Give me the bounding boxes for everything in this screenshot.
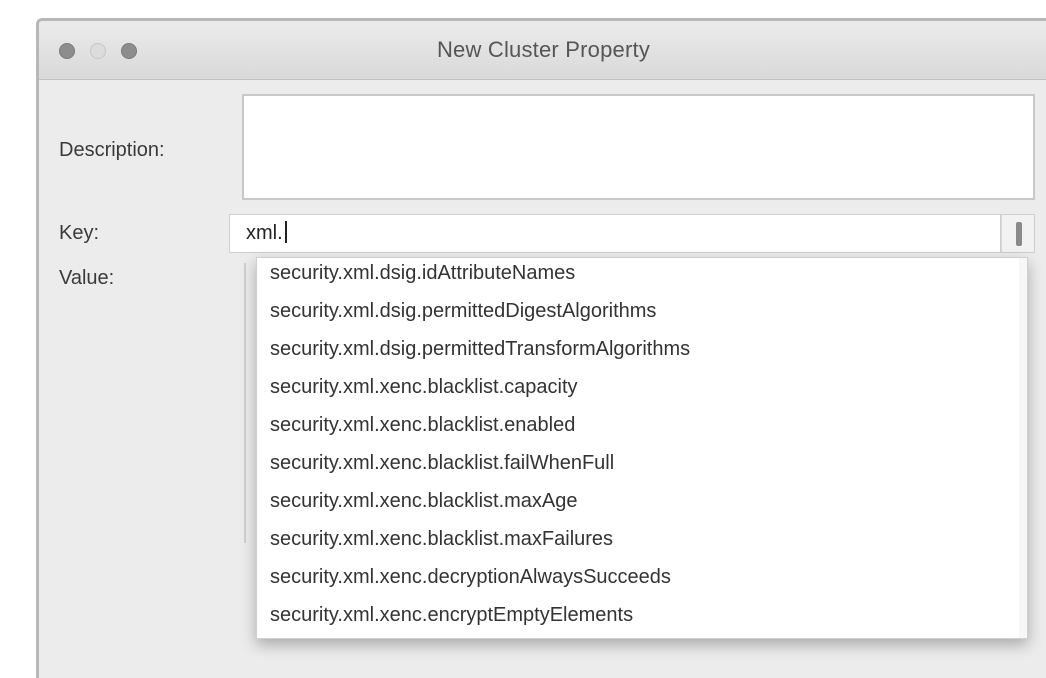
autocomplete-item[interactable]: security.xml.xenc.decryptionAlwaysSuccee… [270, 566, 671, 589]
autocomplete-item[interactable]: security.xml.xenc.blacklist.maxAge [270, 490, 578, 513]
value-label: Value: [59, 267, 115, 289]
dialog-window: New Cluster Property Description: Key: x… [36, 18, 1046, 678]
value-field-edge[interactable] [244, 263, 246, 543]
autocomplete-item[interactable]: security.xml.dsig.permittedDigestAlgorit… [270, 300, 656, 323]
key-dropdown-button[interactable] [1001, 214, 1035, 253]
dropdown-grip-icon [1016, 222, 1022, 246]
window-title: New Cluster Property [436, 37, 651, 62]
autocomplete-item[interactable]: security.xml.xenc.blacklist.failWhenFull [270, 452, 614, 475]
autocomplete-list[interactable]: security.xml.dsig.idAttributeNames secur… [256, 257, 1028, 639]
key-input-text: xml. [246, 222, 283, 244]
autocomplete-item[interactable]: security.xml.dsig.permittedTransformAlgo… [270, 338, 690, 361]
autocomplete-scrollbar[interactable] [1019, 258, 1027, 638]
autocomplete-item[interactable]: security.xml.xenc.blacklist.enabled [270, 414, 575, 437]
description-label: Description: [59, 139, 165, 161]
autocomplete-item[interactable]: security.xml.xenc.encryptEmptyElements [270, 604, 633, 627]
key-input[interactable]: xml. [229, 214, 1001, 253]
text-caret [284, 221, 287, 243]
description-field[interactable] [242, 94, 1035, 200]
autocomplete-item[interactable]: security.xml.xenc.blacklist.maxFailures [270, 528, 613, 551]
key-label: Key: [59, 222, 100, 244]
title-bar: New Cluster Property [39, 21, 1046, 80]
autocomplete-item[interactable]: security.xml.xenc.blacklist.capacity [270, 376, 578, 399]
autocomplete-item[interactable]: security.xml.dsig.idAttributeNames [270, 262, 575, 285]
